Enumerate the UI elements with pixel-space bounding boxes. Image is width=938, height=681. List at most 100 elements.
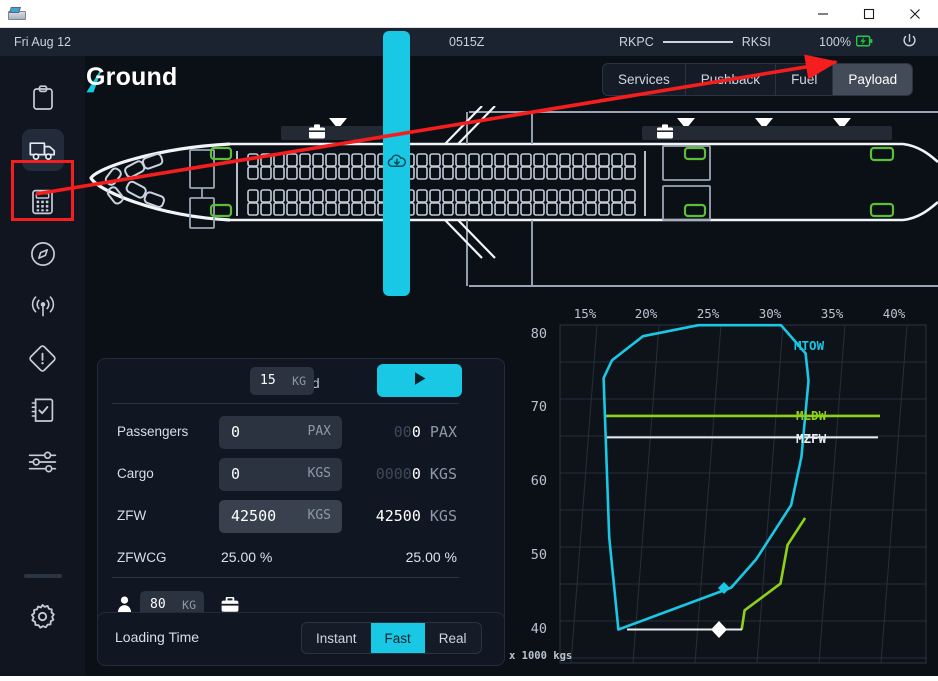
start-boarding-button[interactable]: [377, 364, 462, 397]
maximize-icon[interactable]: [846, 0, 892, 28]
ground-tabs: Services Pushback Fuel Payload: [602, 63, 914, 96]
minimize-icon[interactable]: [800, 0, 846, 28]
play-icon: [411, 370, 428, 392]
battery-charging-icon: [855, 35, 873, 49]
header-divider: [112, 403, 459, 404]
loading-time-real[interactable]: Real: [425, 623, 481, 653]
sidebar-item-settings[interactable]: [0, 590, 85, 642]
page-header: Ground Services Pushback Fuel Payload: [85, 56, 938, 106]
payload-row-cargo: Cargo 0 KGS 00000 KGS: [98, 455, 473, 497]
cargo-current-placeholder: 0000: [375, 465, 412, 483]
x-tick-20: 20%: [634, 306, 658, 321]
sidebar-item-performance[interactable]: [0, 176, 85, 228]
zfw-value: 42500: [231, 507, 277, 525]
power-icon[interactable]: [901, 33, 918, 53]
loading-time-instant[interactable]: Instant: [302, 623, 371, 653]
import-simbrief-button[interactable]: [383, 31, 410, 296]
warning-diamond-icon: [22, 337, 64, 379]
y-tick-80: 80: [530, 326, 547, 342]
bag-weight-unit: KG: [292, 374, 306, 388]
passengers-current-unit: PAX: [429, 423, 457, 441]
sidebar-item-failures[interactable]: [0, 332, 85, 384]
aircraft-seatmap: [85, 105, 938, 326]
y-axis-units: x 1000 kgs: [509, 650, 573, 662]
window-titlebar: [0, 0, 938, 28]
cg-envelope-plot: [559, 323, 927, 664]
chart-label-mtow: MTOW: [794, 338, 825, 353]
cargo-unit: KGS: [307, 466, 331, 481]
cargo-current: 00000 KGS: [376, 465, 457, 483]
sidebar-item-presets[interactable]: [0, 436, 85, 488]
clipboard-icon: [22, 77, 64, 119]
radio-tower-icon: [22, 285, 64, 327]
zfwcg-planned: 25.00 %: [221, 549, 273, 565]
zfw-input[interactable]: 42500 KGS: [219, 500, 342, 533]
tab-payload[interactable]: Payload: [833, 64, 913, 95]
status-battery: 100%: [819, 35, 873, 49]
chart-label-mldw: MLDW: [796, 408, 827, 423]
sidebar-divider: [23, 574, 62, 578]
x-tick-15: 15%: [573, 306, 597, 321]
close-icon[interactable]: [892, 0, 938, 28]
loading-time-panel: Loading Time Instant Fast Real: [97, 612, 505, 666]
door-marker-group: [733, 118, 892, 140]
passengers-value: 0: [231, 423, 241, 441]
payload-panel: Planned Current Passengers 0 PAX 000 PAX…: [97, 358, 505, 630]
pax-weight-unit: KG: [182, 598, 196, 612]
status-bar: Fri Aug 12 0515Z RKPC RKSI 100%: [0, 28, 938, 56]
status-route: RKPC RKSI: [619, 35, 771, 49]
passengers-input[interactable]: 0 PAX: [219, 416, 342, 449]
y-tick-70: 70: [530, 399, 547, 415]
cargo-value: 0: [231, 465, 241, 483]
battery-percent: 100%: [819, 35, 851, 49]
bag-weight-input[interactable]: 15 KG: [250, 367, 314, 395]
loading-time-segmented-control: Instant Fast Real: [301, 622, 482, 654]
zfw-current-unit: KGS: [429, 507, 457, 525]
tab-fuel[interactable]: Fuel: [776, 64, 834, 95]
compass-icon: [22, 233, 64, 275]
cargo-current-unit: KGS: [429, 465, 457, 483]
page-title: Ground: [86, 63, 178, 91]
checklist-icon: [22, 389, 64, 431]
status-zulu-time: 0515Z: [449, 35, 485, 49]
row-label-zfwcg: ZFWCG: [117, 550, 167, 565]
chart-label-mzfw: MZFW: [796, 431, 827, 446]
sidebar-item-dispatch[interactable]: [0, 72, 85, 124]
pax-weight-value: 80: [150, 597, 166, 612]
status-date: Fri Aug 12: [14, 35, 71, 49]
row-label-passengers: Passengers: [117, 424, 189, 439]
sliders-icon: [22, 441, 64, 483]
route-destination: RKSI: [741, 35, 771, 49]
zfw-current: 42500 KGS: [376, 507, 457, 525]
loading-time-fast[interactable]: Fast: [370, 623, 425, 653]
y-tick-50: 50: [530, 547, 547, 563]
cargo-current-value: 0: [411, 465, 421, 483]
row-label-zfw: ZFW: [117, 508, 147, 523]
flight-sim-icon: [7, 5, 29, 23]
y-tick-60: 60: [530, 473, 547, 489]
sidebar-item-atc[interactable]: [0, 280, 85, 332]
tab-services[interactable]: Services: [603, 64, 686, 95]
sidebar-item-checklists[interactable]: [0, 384, 85, 436]
row-label-cargo: Cargo: [117, 466, 154, 481]
payload-row-zfwcg: ZFWCG 25.00 % 25.00 %: [98, 539, 473, 581]
zfw-unit: KGS: [307, 508, 331, 523]
zfw-current-value: 42500: [375, 507, 421, 525]
route-origin: RKPC: [619, 35, 654, 49]
payload-row-passengers: Passengers 0 PAX 000 PAX: [98, 413, 473, 455]
passengers-current-value: 0: [411, 423, 421, 441]
x-tick-25: 25%: [696, 306, 720, 321]
passengers-current-placeholder: 00: [393, 423, 412, 441]
cargo-input[interactable]: 0 KGS: [219, 458, 342, 491]
cg-envelope-chart: 15% 20% 25% 30% 35% 40% 80 70 60 50 40 x…: [505, 298, 938, 676]
cloud-download-icon: [387, 153, 407, 174]
gear-icon: [22, 595, 64, 637]
x-tick-30: 30%: [758, 306, 782, 321]
loading-time-label: Loading Time: [115, 629, 200, 645]
tab-pushback[interactable]: Pushback: [686, 64, 777, 95]
sidebar-item-navigation[interactable]: [0, 228, 85, 280]
sidebar-item-ground[interactable]: [0, 124, 85, 176]
passengers-current: 000 PAX: [394, 423, 457, 441]
bag-marker-group-2: [642, 118, 745, 140]
window-controls: [800, 0, 938, 28]
